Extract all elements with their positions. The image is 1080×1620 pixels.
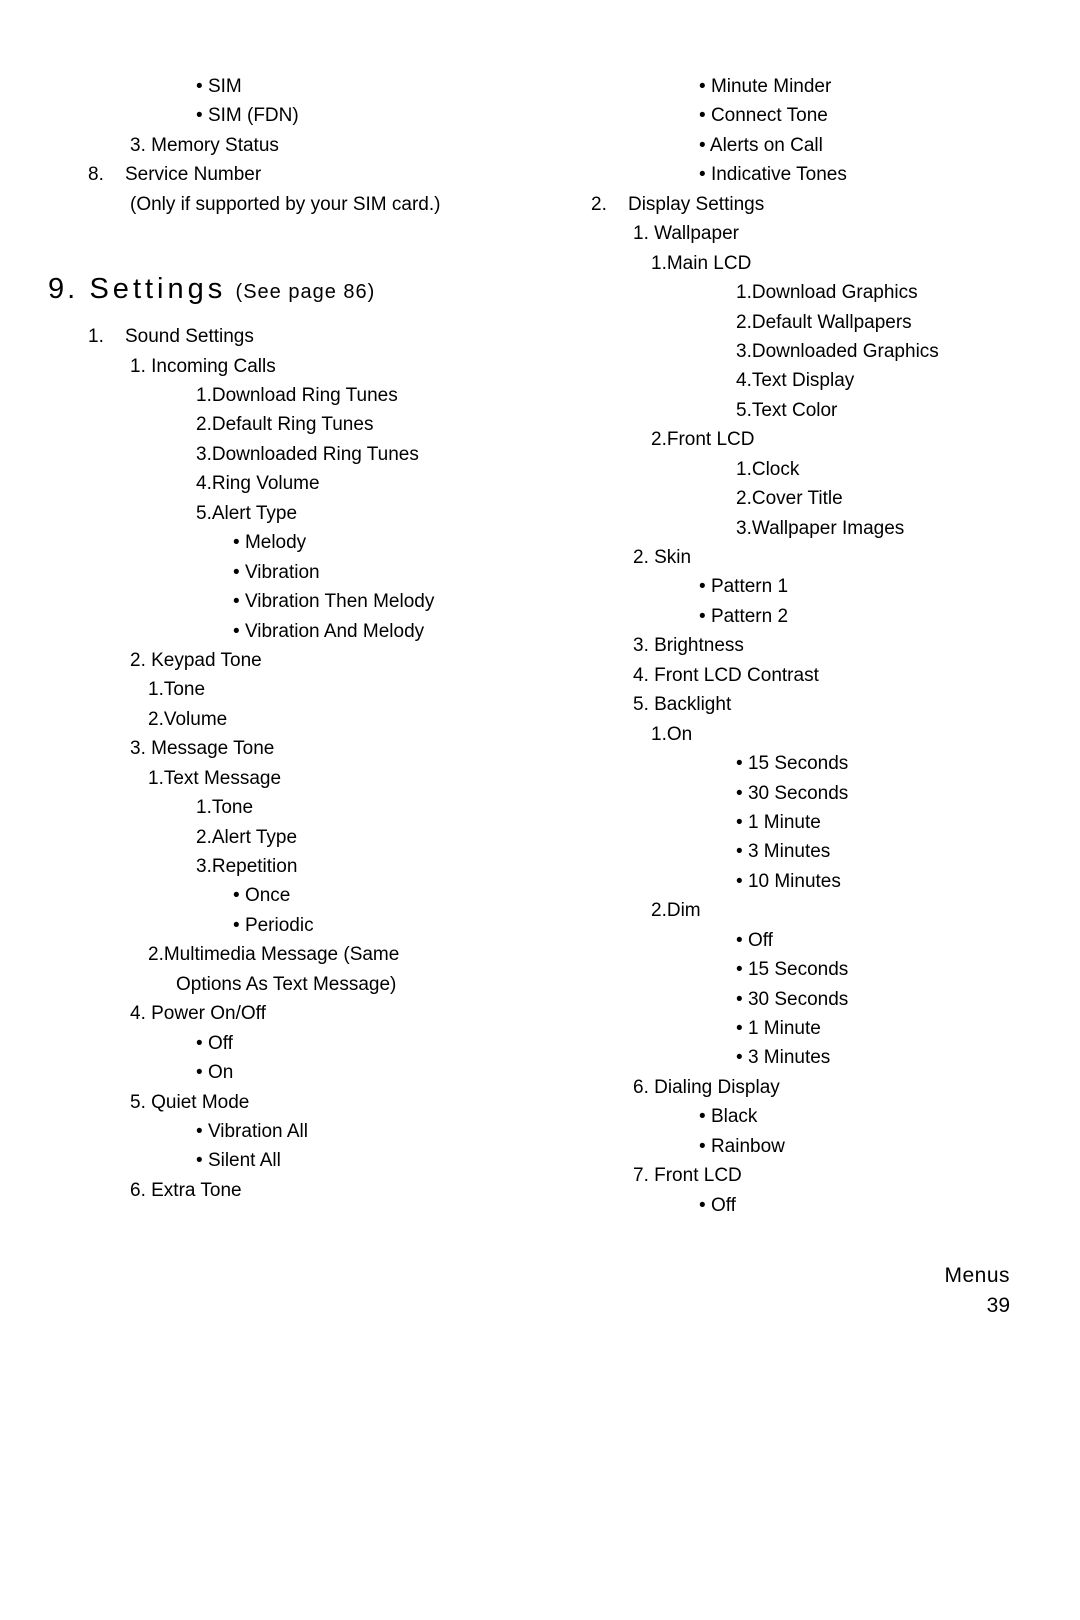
item-pattern1: Pattern 1 <box>551 572 1020 601</box>
item-vib-and-melody: Vibration And Melody <box>48 617 517 646</box>
item-downloaded-graphics: 3.Downloaded Graphics <box>551 337 1020 366</box>
item-service-number-note: (Only if supported by your SIM card.) <box>48 190 517 219</box>
item-3m: 3 Minutes <box>551 837 1020 866</box>
item-15s: 15 Seconds <box>551 749 1020 778</box>
item-dim-30s: 30 Seconds <box>551 985 1020 1014</box>
item-tm-tone: 1.Tone <box>48 793 517 822</box>
footer-section: Menus <box>944 1261 1010 1290</box>
item-quiet-mode: 5. Quiet Mode <box>48 1088 517 1117</box>
item-tm-alert: 2.Alert Type <box>48 823 517 852</box>
page: SIM SIM (FDN) 3. Memory Status 8. Servic… <box>0 0 1080 1620</box>
content-columns: SIM SIM (FDN) 3. Memory Status 8. Servic… <box>48 72 1020 1232</box>
item-dim-1m: 1 Minute <box>551 1014 1020 1043</box>
item-vibration-all: Vibration All <box>48 1117 517 1146</box>
item-fl-off: Off <box>551 1191 1020 1220</box>
item-default-ring: 2.Default Ring Tunes <box>48 410 517 439</box>
item-1m: 1 Minute <box>551 808 1020 837</box>
item-vib-then-melody: Vibration Then Melody <box>48 587 517 616</box>
item-backlight: 5. Backlight <box>551 690 1020 719</box>
label: Service Number <box>125 164 261 185</box>
item-front-lcd-contrast: 4. Front LCD Contrast <box>551 661 1020 690</box>
item-wallpaper: 1. Wallpaper <box>551 219 1020 248</box>
item-service-number: 8. Service Number <box>48 160 517 189</box>
item-sim-fdn: SIM (FDN) <box>48 101 517 130</box>
item-keypad-tone: 2. Keypad Tone <box>48 646 517 675</box>
heading-title: Settings <box>89 273 226 305</box>
item-dim-15s: 15 Seconds <box>551 955 1020 984</box>
item-skin: 2. Skin <box>551 543 1020 572</box>
num: 1. <box>88 326 104 347</box>
item-wallpaper-images: 3.Wallpaper Images <box>551 514 1020 543</box>
item-silent-all: Silent All <box>48 1146 517 1175</box>
item-front-lcd7: 7. Front LCD <box>551 1161 1020 1190</box>
item-sim: SIM <box>48 72 517 101</box>
label: Sound Settings <box>125 326 254 347</box>
item-minute-minder: Minute Minder <box>551 72 1020 101</box>
item-download-graphics: 1.Download Graphics <box>551 278 1020 307</box>
item-dialing-display: 6. Dialing Display <box>551 1073 1020 1102</box>
item-mms-l2: Options As Text Message) <box>48 970 517 999</box>
page-number: 39 <box>944 1291 1010 1320</box>
item-mms-l1: 2.Multimedia Message (Same <box>48 940 517 969</box>
item-cover-title: 2.Cover Title <box>551 484 1020 513</box>
num: 8. <box>88 164 104 185</box>
item-bl-dim: 2.Dim <box>551 896 1020 925</box>
item-extra-tone: 6. Extra Tone <box>48 1176 517 1205</box>
item-downloaded-ring: 3.Downloaded Ring Tunes <box>48 440 517 469</box>
item-power-off: Off <box>48 1029 517 1058</box>
item-ring-volume: 4.Ring Volume <box>48 469 517 498</box>
item-periodic: Periodic <box>48 911 517 940</box>
item-indicative-tones: Indicative Tones <box>551 160 1020 189</box>
item-incoming-calls: 1. Incoming Calls <box>48 352 517 381</box>
item-display-settings: 2. Display Settings <box>551 190 1020 219</box>
item-clock: 1.Clock <box>551 455 1020 484</box>
page-footer: Menus 39 <box>944 1261 1010 1320</box>
item-kt-volume: 2.Volume <box>48 705 517 734</box>
heading-num: 9. <box>48 273 78 305</box>
item-sound-settings: 1. Sound Settings <box>48 322 517 351</box>
item-main-lcd: 1.Main LCD <box>551 249 1020 278</box>
item-memory-status: 3. Memory Status <box>48 131 517 160</box>
item-rainbow: Rainbow <box>551 1132 1020 1161</box>
item-download-ring: 1.Download Ring Tunes <box>48 381 517 410</box>
item-tm-rep: 3.Repetition <box>48 852 517 881</box>
num: 2. <box>591 194 607 215</box>
label: Display Settings <box>628 194 764 215</box>
item-power-onoff: 4. Power On/Off <box>48 999 517 1028</box>
item-alert-type: 5.Alert Type <box>48 499 517 528</box>
item-once: Once <box>48 881 517 910</box>
item-text-color: 5.Text Color <box>551 396 1020 425</box>
heading-ref: (See page 86) <box>236 281 376 303</box>
item-10m: 10 Minutes <box>551 867 1020 896</box>
section-heading-settings: 9. Settings (See page 86) <box>48 267 517 312</box>
item-dim-3m: 3 Minutes <box>551 1043 1020 1072</box>
item-black: Black <box>551 1102 1020 1131</box>
item-front-lcd: 2.Front LCD <box>551 425 1020 454</box>
item-dim-off: Off <box>551 926 1020 955</box>
item-kt-tone: 1.Tone <box>48 675 517 704</box>
item-connect-tone: Connect Tone <box>551 101 1020 130</box>
item-default-wallpapers: 2.Default Wallpapers <box>551 308 1020 337</box>
item-pattern2: Pattern 2 <box>551 602 1020 631</box>
item-vibration: Vibration <box>48 558 517 587</box>
item-text-display: 4.Text Display <box>551 366 1020 395</box>
item-alerts-on-call: Alerts on Call <box>551 131 1020 160</box>
item-text-message: 1.Text Message <box>48 764 517 793</box>
item-bl-on: 1.On <box>551 720 1020 749</box>
item-message-tone: 3. Message Tone <box>48 734 517 763</box>
item-power-on: On <box>48 1058 517 1087</box>
item-brightness: 3. Brightness <box>551 631 1020 660</box>
item-30s: 30 Seconds <box>551 779 1020 808</box>
item-fl-on: On <box>1054 72 1080 101</box>
item-melody: Melody <box>48 528 517 557</box>
